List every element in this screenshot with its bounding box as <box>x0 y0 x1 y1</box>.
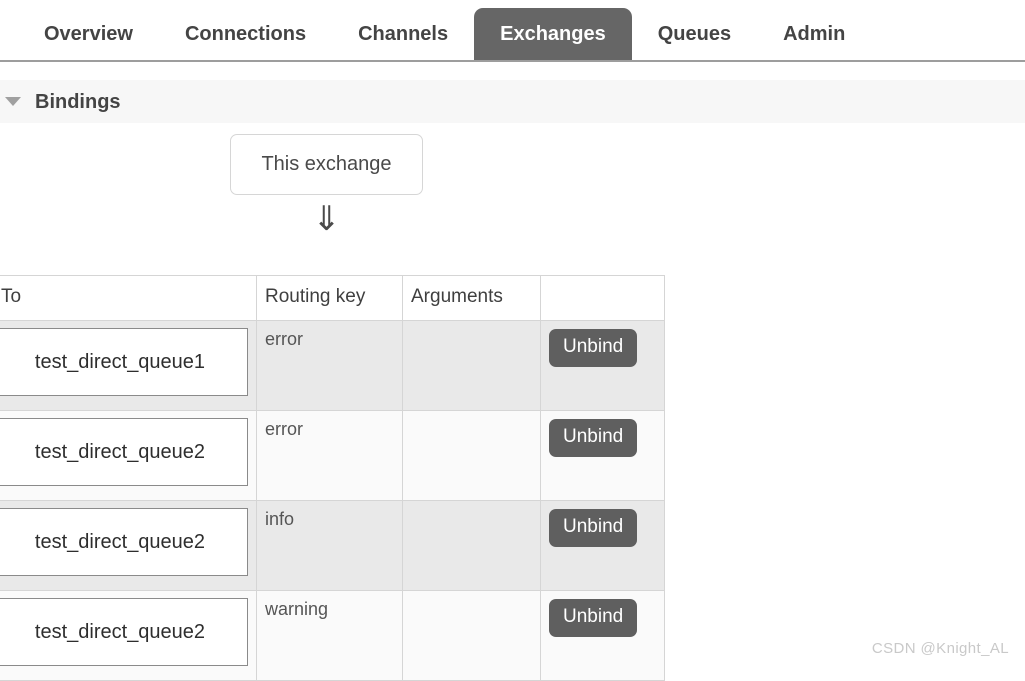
cell-arguments <box>403 411 541 501</box>
queue-link[interactable]: test_direct_queue2 <box>0 418 248 486</box>
tab-exchanges[interactable]: Exchanges <box>474 8 632 60</box>
cell-action: Unbind <box>541 411 665 501</box>
section-title: Bindings <box>35 92 121 112</box>
cell-routing-key: error <box>257 321 403 411</box>
this-exchange-label: This exchange <box>261 153 391 176</box>
queue-link[interactable]: test_direct_queue2 <box>0 508 248 576</box>
bindings-table: To Routing key Arguments test_direct_que… <box>0 275 665 681</box>
unbind-button[interactable]: Unbind <box>549 419 637 457</box>
nav-tab-list: Overview Connections Channels Exchanges … <box>0 0 871 60</box>
cell-routing-key: warning <box>257 591 403 681</box>
table-row: test_direct_queue1 error Unbind <box>0 321 665 411</box>
tab-channels[interactable]: Channels <box>332 24 474 60</box>
cell-routing-key: info <box>257 501 403 591</box>
table-header-row: To Routing key Arguments <box>0 276 665 321</box>
unbind-button[interactable]: Unbind <box>549 599 637 637</box>
bindings-table-body: test_direct_queue1 error Unbind test_dir… <box>0 321 665 681</box>
column-header-routing-key: Routing key <box>257 276 403 321</box>
cell-arguments <box>403 501 541 591</box>
table-row: test_direct_queue2 warning Unbind <box>0 591 665 681</box>
column-header-action <box>541 276 665 321</box>
table-row: test_direct_queue2 error Unbind <box>0 411 665 501</box>
bindings-section-header[interactable]: Bindings <box>0 80 1025 123</box>
tab-queues[interactable]: Queues <box>632 24 757 60</box>
tab-admin[interactable]: Admin <box>757 24 871 60</box>
table-row: test_direct_queue2 info Unbind <box>0 501 665 591</box>
column-header-to: To <box>0 276 257 321</box>
cell-to: test_direct_queue1 <box>0 321 257 411</box>
unbind-button[interactable]: Unbind <box>549 329 637 367</box>
queue-link[interactable]: test_direct_queue1 <box>0 328 248 396</box>
cell-arguments <box>403 321 541 411</box>
this-exchange-box[interactable]: This exchange <box>230 134 423 195</box>
main-navbar: Overview Connections Channels Exchanges … <box>0 0 1025 62</box>
cell-to: test_direct_queue2 <box>0 411 257 501</box>
triangle-down-icon[interactable] <box>5 97 21 106</box>
cell-arguments <box>403 591 541 681</box>
tab-overview[interactable]: Overview <box>18 24 159 60</box>
cell-action: Unbind <box>541 591 665 681</box>
cell-to: test_direct_queue2 <box>0 591 257 681</box>
cell-to: test_direct_queue2 <box>0 501 257 591</box>
cell-action: Unbind <box>541 321 665 411</box>
cell-routing-key: error <box>257 411 403 501</box>
cell-action: Unbind <box>541 501 665 591</box>
column-header-arguments: Arguments <box>403 276 541 321</box>
watermark: CSDN @Knight_AL <box>872 640 1009 657</box>
unbind-button[interactable]: Unbind <box>549 509 637 547</box>
bindings-table-head: To Routing key Arguments <box>0 276 665 321</box>
double-down-arrow-icon: ⇓ <box>230 202 423 236</box>
tab-connections[interactable]: Connections <box>159 24 332 60</box>
queue-link[interactable]: test_direct_queue2 <box>0 598 248 666</box>
